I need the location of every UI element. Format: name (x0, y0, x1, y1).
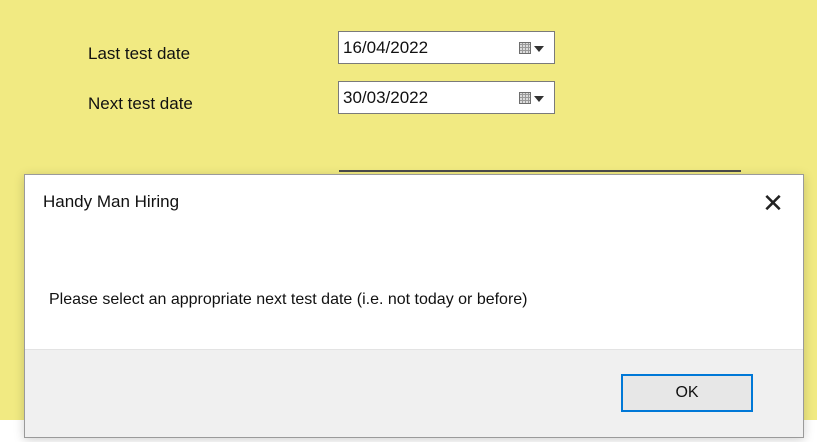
chevron-down-icon (533, 45, 544, 52)
next-test-date-dropdown-button[interactable] (508, 82, 554, 113)
dialog-message: Please select an appropriate next test d… (49, 291, 528, 308)
next-test-date-label: Next test date (88, 94, 193, 113)
dialog-titlebar: Handy Man Hiring ✕ (25, 175, 803, 229)
last-test-date-label: Last test date (88, 44, 191, 63)
next-test-date-picker[interactable]: 30/03/2022 (338, 81, 555, 114)
calendar-icon (518, 91, 531, 104)
next-test-date-value[interactable]: 30/03/2022 (339, 88, 508, 108)
close-icon[interactable]: ✕ (753, 183, 793, 223)
partially-hidden-control-edge (339, 170, 741, 172)
last-test-date-value[interactable]: 16/04/2022 (339, 38, 508, 58)
ok-button[interactable]: OK (621, 374, 753, 412)
dialog-title: Handy Man Hiring (43, 192, 180, 211)
calendar-icon (518, 41, 531, 54)
last-test-date-dropdown-button[interactable] (508, 32, 554, 63)
message-dialog: Handy Man Hiring ✕ Please select an appr… (24, 174, 804, 438)
dialog-footer: OK (25, 349, 803, 437)
last-test-date-picker[interactable]: 16/04/2022 (338, 31, 555, 64)
chevron-down-icon (533, 95, 544, 102)
